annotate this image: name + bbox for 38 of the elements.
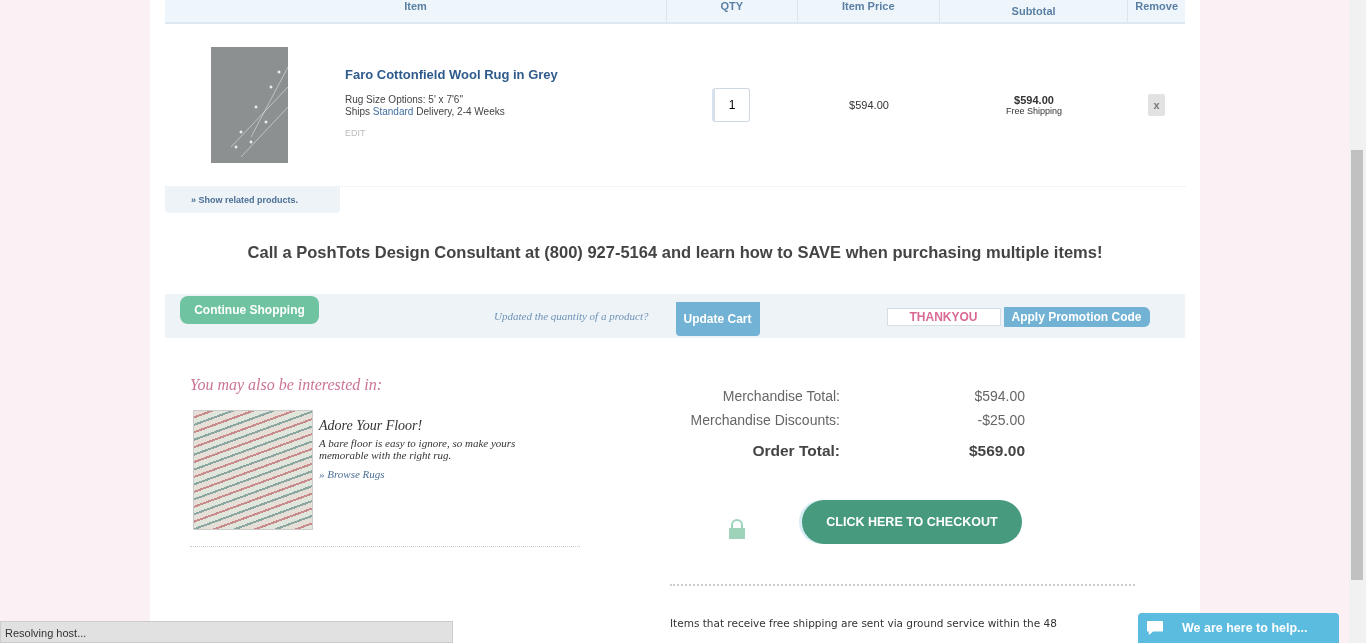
update-cart-button[interactable]: Update Cart [675,302,760,336]
update-hint: Updated the quantity of a product? [494,310,649,322]
column-header: Item Price [797,0,940,22]
suggestion-text: A bare floor is easy to ignore, so make yours memorable with the right rug. [319,437,517,461]
total-label: Order Total: [751,442,840,460]
edit-link[interactable]: EDIT [345,127,366,138]
total-value: $569.00 [967,442,1025,460]
shipping-note: Free Shipping [1005,106,1062,116]
suggestions-heading: You may also be interested in: [190,376,384,394]
column-header: Subtotal [939,0,1129,22]
column-header: Item [165,0,668,22]
product-link[interactable]: Faro Cottonfield Wool Rug in Grey [345,66,558,82]
related-products-tab[interactable]: » Show related products. [165,187,340,213]
checkout-button[interactable]: CLICK HERE TO CHECKOUT [802,500,1022,544]
chat-button[interactable]: We are here to help... [1138,613,1339,643]
quantity-field[interactable]: 1 [712,88,750,122]
browse-link[interactable]: » Browse Rugs [319,468,559,480]
status-bar: Resolving host... [0,621,453,643]
item-price: $594.00 [849,99,889,111]
scrollbar[interactable] [1349,0,1366,643]
suggestion-title: Adore Your Floor! [319,418,424,434]
total-value: $594.00 [973,388,1025,404]
consultant-message: Call a PoshTots Design Consultant at (800) 927-5164 and learn how to SAVE when purchasing multiple items! [246,243,1104,262]
continue-shopping-button[interactable]: Continue Shopping [180,295,319,324]
speech-bubble-icon [1146,620,1164,636]
column-header: Remove [1134,0,1179,14]
apply-promo-button[interactable]: Apply Promotion Code [1003,307,1150,327]
promo-code-field[interactable]: THANKYOU [886,308,1001,326]
remove-button[interactable]: x [1148,94,1165,116]
lock-icon [729,519,745,539]
column-header: QTY [667,0,798,22]
total-label: Merchandise Total: [721,388,840,404]
shipping-info: Ships Standard Delivery, 2-4 Weeks [345,105,505,118]
size-option: Rug Size Options: 5' x 7'6" [345,93,463,106]
shipping-note: Items that receive free shipping are sent via ground service within the 48 [670,617,1058,629]
total-value: -$25.00 [976,412,1025,428]
total-label: Merchandise Discounts: [689,412,840,428]
item-subtotal: $594.00 [1014,94,1054,106]
